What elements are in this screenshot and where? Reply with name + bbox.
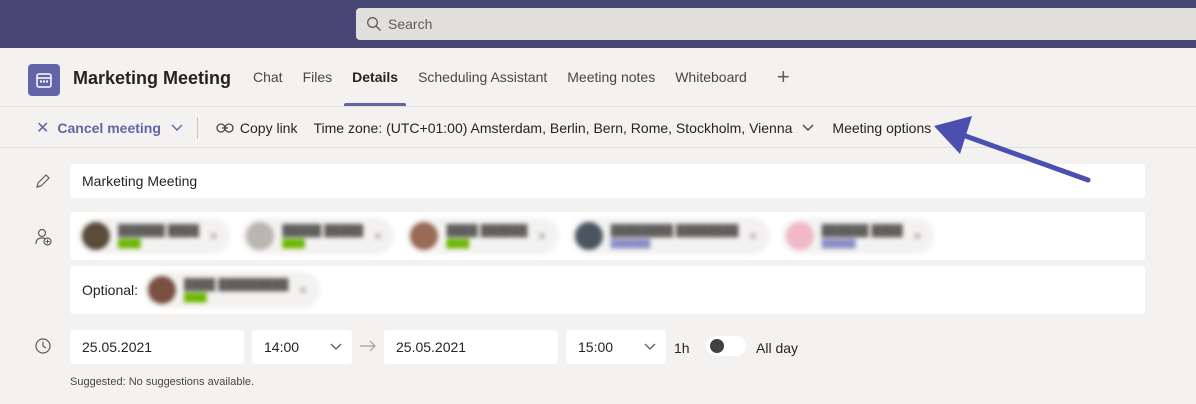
copy-link-button[interactable]: Copy link [216,119,298,136]
toggle-knob [710,339,724,353]
end-time-value: 15:00 [578,339,614,355]
remove-icon[interactable]: ✕ [298,284,307,297]
attendee-chip[interactable]: ████ █████████ ████ ✕ [144,272,320,308]
search-box[interactable]: Search [356,8,1196,40]
remove-icon[interactable]: ✕ [537,230,546,243]
arrow-right-icon [360,340,376,352]
page-title: Marketing Meeting [73,68,232,88]
remove-icon[interactable]: ✕ [373,230,382,243]
pencil-icon [36,174,50,188]
annotation-arrow-icon [934,116,1091,183]
required-attendees-input[interactable]: ██████ ████ ████ ✕ █████ █████ ████ ✕ ████ █… [70,212,1145,260]
avatar [574,222,603,250]
remove-icon[interactable]: ✕ [913,230,922,243]
tab-chat[interactable]: Chat [245,48,291,106]
start-time-select[interactable]: 14:00 [252,330,352,364]
start-time-value: 14:00 [264,339,300,355]
end-date-input[interactable]: 25.05.2021 [384,330,558,364]
attendee-chip[interactable]: █████ █████ ████ ✕ [242,218,395,254]
add-tab-plus-icon[interactable]: + [777,64,790,90]
chevron-down-icon[interactable] [171,124,183,132]
tab-details[interactable]: Details [344,48,406,106]
remove-icon[interactable]: ✕ [209,230,218,243]
tab-bar: Chat Files Details Scheduling Assistant … [245,48,790,106]
top-bar: Search [0,0,1196,48]
timezone-selector[interactable]: Time zone: (UTC+01:00) Amsterdam, Berlin… [313,120,832,136]
meeting-options-label: Meeting options [832,119,932,136]
avatar [246,222,275,250]
add-person-icon [35,228,52,246]
chevron-down-icon [802,124,814,131]
tab-whiteboard[interactable]: Whiteboard [667,48,755,106]
optional-attendees-input[interactable]: Optional: ████ █████████ ████ ✕ [70,266,1145,314]
copy-link-label: Copy link [239,119,298,136]
remove-icon[interactable]: ✕ [748,230,757,243]
all-day-label: All day [756,340,799,356]
calendar-icon [28,64,60,96]
tab-scheduling-assistant[interactable]: Scheduling Assistant [410,48,555,106]
suggestions-text: Suggested: No suggestions available. [70,376,255,388]
tab-files[interactable]: Files [295,48,341,106]
meeting-options-button[interactable]: Meeting options [832,120,931,136]
avatar [82,222,110,250]
cancel-meeting-label: Cancel meeting [57,119,161,136]
avatar [410,222,439,250]
chevron-down-icon [330,343,342,350]
timezone-label: Time zone: (UTC+01:00) Amsterdam, Berlin… [313,119,793,136]
duration-label: 1h [674,340,690,356]
meeting-header: Marketing Meeting Chat Files Details Sch… [0,48,1196,107]
close-icon: ✕ [36,119,50,137]
tab-meeting-notes[interactable]: Meeting notes [559,48,663,106]
attendee-chip[interactable]: ████████ ████████ ███████ ✕ [570,218,770,254]
attendee-chip[interactable]: ██████ ████ ██████ ✕ [781,218,934,254]
link-icon [216,122,234,133]
search-icon [367,17,381,31]
clock-icon [35,338,51,354]
optional-label: Optional: [82,282,139,298]
end-time-select[interactable]: 15:00 [566,330,666,364]
attendee-chip[interactable]: ████ ██████ ████ ✕ [406,218,559,254]
attendee-chip[interactable]: ██████ ████ ████ ✕ [78,218,231,254]
avatar [785,222,814,250]
search-placeholder: Search [388,16,433,32]
start-date-input[interactable]: 25.05.2021 [70,330,244,364]
all-day-toggle[interactable] [706,336,746,356]
avatar [148,276,177,304]
toolbar-divider [196,116,198,139]
chevron-down-icon [644,343,656,350]
cancel-meeting-button[interactable]: ✕ Cancel meeting [36,118,183,138]
